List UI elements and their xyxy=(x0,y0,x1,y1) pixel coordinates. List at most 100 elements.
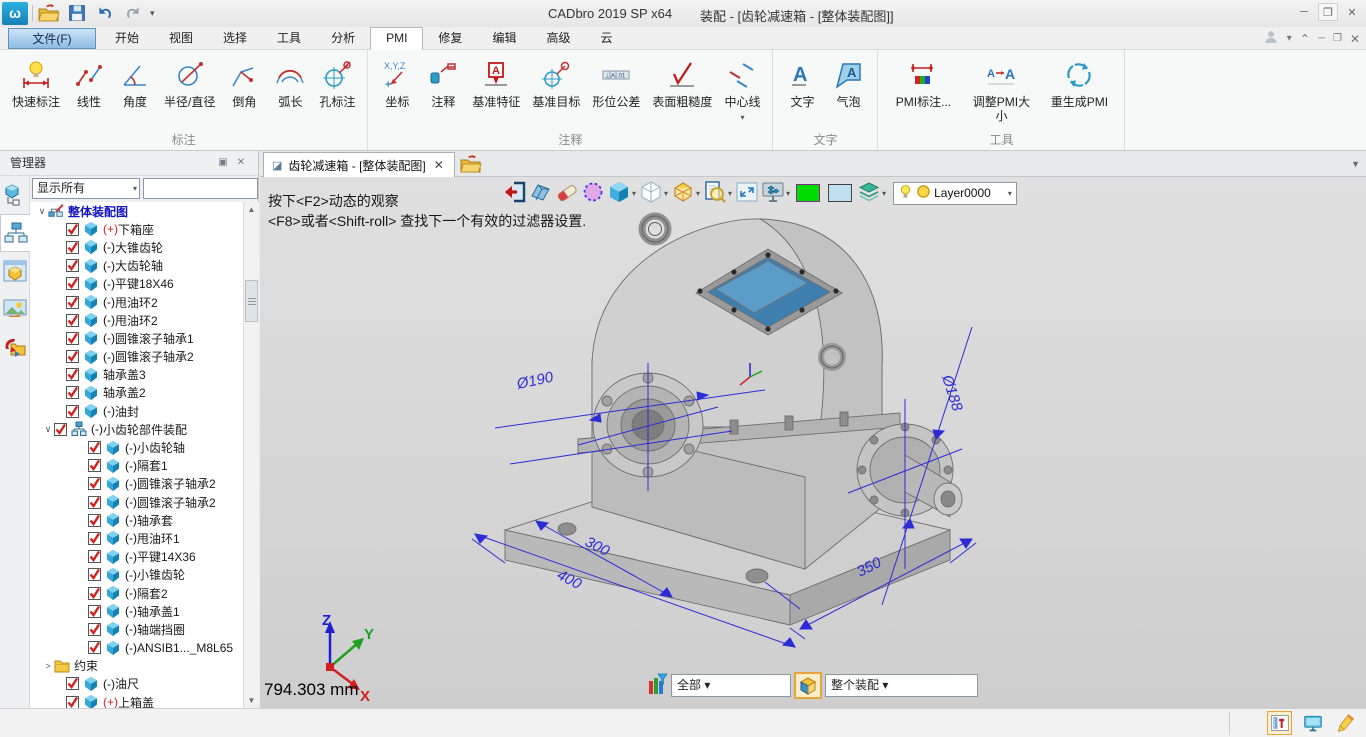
tree-checkbox[interactable] xyxy=(88,641,101,654)
ribbon-button-文字[interactable]: A文字 xyxy=(779,53,825,113)
document-tab[interactable]: ◪ 齿轮减速箱 - [整体装配图] ✕ xyxy=(263,152,455,177)
tree-checkbox[interactable] xyxy=(88,623,101,636)
tree-row[interactable]: (-)轴承套 xyxy=(30,511,243,529)
redo-button[interactable] xyxy=(122,2,144,24)
ribbon-button-表面粗糙度[interactable]: 表面粗糙度 xyxy=(646,53,718,113)
close-button[interactable]: ✕ xyxy=(1342,3,1362,21)
tree-row[interactable]: ∨(-)小齿轮部件装配 xyxy=(30,420,243,438)
scroll-up-icon[interactable]: ▲ xyxy=(244,202,259,217)
ribbon-button-坐标[interactable]: X,Y,Z+坐标 xyxy=(374,53,420,113)
tree-row[interactable]: (-)大齿轮轴 xyxy=(30,257,243,275)
tree-checkbox[interactable] xyxy=(88,477,101,490)
expander-closed-icon[interactable]: > xyxy=(42,661,54,671)
tree-row[interactable]: (-)轴承盖1 xyxy=(30,602,243,620)
quickaccess-caret-icon[interactable]: ▾ xyxy=(150,8,155,19)
ribbon-button-倒角[interactable]: 倒角 xyxy=(221,53,267,113)
statusbar-pencil-button[interactable] xyxy=(1333,711,1358,735)
tree-row[interactable]: (-)大锥齿轮 xyxy=(30,238,243,256)
tree-search-input[interactable] xyxy=(143,178,258,199)
manager-tab-export-folder[interactable] xyxy=(0,328,30,366)
manager-tab-part-tree[interactable] xyxy=(0,176,30,214)
tree-checkbox[interactable] xyxy=(66,350,79,363)
tree-checkbox[interactable] xyxy=(88,532,101,545)
menu-tab-开始[interactable]: 开始 xyxy=(100,27,154,50)
user-account-icon[interactable] xyxy=(1263,29,1279,48)
tree-checkbox[interactable] xyxy=(66,332,79,345)
expander-open-icon[interactable]: ∨ xyxy=(42,424,54,435)
tree-row[interactable]: 轴承盖2 xyxy=(30,384,243,402)
tree-row[interactable]: >约束 xyxy=(30,657,243,675)
tree-scrollbar[interactable]: ▲ ▼ xyxy=(243,202,259,708)
tab-list-chevron-icon[interactable]: ▼ xyxy=(1351,159,1360,169)
open-file-button[interactable] xyxy=(460,154,484,174)
tree-row[interactable]: 轴承盖3 xyxy=(30,366,243,384)
tree-row[interactable]: (-)轴端挡圈 xyxy=(30,620,243,638)
tree-checkbox[interactable] xyxy=(88,550,101,563)
doc-close-button[interactable]: ✕ xyxy=(1350,32,1360,46)
tree-checkbox[interactable] xyxy=(88,496,101,509)
ribbon-button-形位公差[interactable]: ⊥A.01形位公差 xyxy=(586,53,646,113)
tree-row[interactable]: (-)油封 xyxy=(30,402,243,420)
ribbon-button-半径/直径[interactable]: 半径/直径 xyxy=(158,53,221,113)
tree-row[interactable]: (-)圆锥滚子轴承2 xyxy=(30,475,243,493)
tree-checkbox[interactable] xyxy=(66,277,79,290)
tree-checkbox[interactable] xyxy=(88,459,101,472)
tree-row[interactable]: (-)隔套2 xyxy=(30,584,243,602)
menu-tab-修复[interactable]: 修复 xyxy=(423,27,477,50)
ribbon-button-调整PMI大小[interactable]: AA调整PMI大小 xyxy=(962,53,1040,127)
tree-checkbox[interactable] xyxy=(66,677,79,690)
ribbon-button-弧长[interactable]: 弧长 xyxy=(267,53,313,113)
tree-checkbox[interactable] xyxy=(88,568,101,581)
collapse-ribbon-icon[interactable]: ⌃ xyxy=(1300,32,1310,46)
ribbon-button-PMI标注...[interactable]: PMI标注... xyxy=(884,53,962,113)
tree-checkbox[interactable] xyxy=(66,696,79,708)
tree-checkbox[interactable] xyxy=(66,241,79,254)
menu-tab-分析[interactable]: 分析 xyxy=(316,27,370,50)
tree-checkbox[interactable] xyxy=(88,514,101,527)
statusbar-toolbox-button[interactable] xyxy=(1267,711,1292,735)
tree-row[interactable]: (-)圆锥滚子轴承1 xyxy=(30,329,243,347)
file-menu-button[interactable]: 文件(F) xyxy=(8,28,96,49)
ribbon-button-中心线[interactable]: 中心线▾ xyxy=(718,53,766,125)
manager-tab-assembly-tree[interactable] xyxy=(0,214,30,252)
manager-tab-image-export[interactable] xyxy=(0,290,30,328)
doc-minimize-button[interactable]: ─ xyxy=(1318,33,1325,44)
ribbon-button-基准特征[interactable]: A基准特征 xyxy=(466,53,526,113)
tree-row[interactable]: (-)隔套1 xyxy=(30,457,243,475)
menu-tab-云[interactable]: 云 xyxy=(585,27,627,50)
panel-close-button[interactable]: ✕ xyxy=(234,156,248,170)
expander-open-icon[interactable]: ∨ xyxy=(36,206,48,217)
tree-checkbox[interactable] xyxy=(66,405,79,418)
tree-row[interactable]: (-)圆锥滚子轴承2 xyxy=(30,348,243,366)
tree-checkbox[interactable] xyxy=(66,368,79,381)
tree-checkbox[interactable] xyxy=(54,423,67,436)
tree-row[interactable]: (-)平键18X46 xyxy=(30,275,243,293)
undo-button[interactable] xyxy=(94,2,116,24)
menu-tab-视图[interactable]: 视图 xyxy=(154,27,208,50)
menu-tab-PMI[interactable]: PMI xyxy=(370,27,423,50)
tree-filter-dropdown[interactable]: 显示所有 ▾ xyxy=(32,178,140,199)
save-button[interactable] xyxy=(66,2,88,24)
app-logo-icon[interactable]: ω xyxy=(2,2,28,25)
tree-checkbox[interactable] xyxy=(66,223,79,236)
scrollbar-thumb[interactable] xyxy=(245,280,258,322)
tree-row[interactable]: (-)甩油环2 xyxy=(30,293,243,311)
tree-row[interactable]: (+)下箱座 xyxy=(30,220,243,238)
tree-row[interactable]: (-)小齿轮轴 xyxy=(30,438,243,456)
scope-mode-button[interactable] xyxy=(794,672,822,699)
doc-restore-button[interactable]: ❐ xyxy=(1333,33,1342,44)
scroll-down-icon[interactable]: ▼ xyxy=(244,693,259,708)
tree-row[interactable]: (-)圆锥滚子轴承2 xyxy=(30,493,243,511)
scope-dropdown[interactable]: 整个装配 ▾ xyxy=(825,674,978,697)
menu-tab-选择[interactable]: 选择 xyxy=(208,27,262,50)
statusbar-monitor-button[interactable] xyxy=(1300,711,1325,735)
open-button[interactable] xyxy=(38,2,60,24)
minimize-button[interactable]: ─ xyxy=(1294,3,1314,21)
tree-row[interactable]: (-)平键14X36 xyxy=(30,548,243,566)
menu-tab-工具[interactable]: 工具 xyxy=(262,27,316,50)
chevron-down-icon[interactable]: ▾ xyxy=(740,113,744,122)
tree-checkbox[interactable] xyxy=(66,259,79,272)
filter-icon[interactable] xyxy=(648,673,668,699)
ribbon-button-基准目标[interactable]: 基准目标 xyxy=(526,53,586,113)
user-caret-icon[interactable]: ▾ xyxy=(1287,33,1292,44)
